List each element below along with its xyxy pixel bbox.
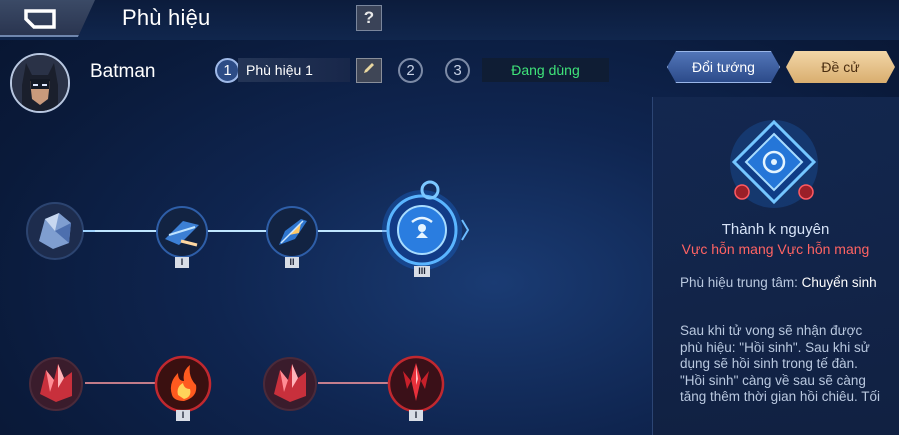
red-trident-icon	[387, 355, 445, 413]
core-value: Chuyển sinh	[801, 275, 877, 290]
core-emblem-diamond-icon	[730, 119, 818, 208]
emblem-fire[interactable]	[154, 355, 212, 418]
level-tag: III	[414, 266, 430, 277]
red-crystal-icon	[263, 357, 317, 411]
blue-core-emblem-icon	[382, 180, 470, 270]
emblem-red-crystal-left[interactable]	[28, 356, 86, 417]
change-hero-button[interactable]: Đổi tướng	[667, 51, 780, 83]
blue-dagger-icon	[156, 206, 208, 258]
level-tag: I	[176, 410, 190, 421]
emblem-crystal-shard[interactable]	[25, 201, 95, 266]
level-tag: I	[409, 410, 423, 421]
recommend-button[interactable]: Đề cử	[786, 51, 895, 83]
blue-blade-icon	[266, 206, 318, 258]
detail-core-info: Phù hiệu trung tâm: Chuyển sinh	[680, 274, 880, 291]
detail-description: Sau khi tử vong sẽ nhận được phù hiệu: "…	[680, 323, 880, 404]
tree-connectors	[85, 228, 395, 386]
emblem-blue-blade[interactable]	[265, 205, 319, 264]
fire-icon	[154, 355, 212, 413]
level-tag: I	[175, 257, 189, 268]
level-tag: II	[285, 257, 299, 268]
detail-emblem-name: Thành k nguyên	[721, 221, 830, 238]
crystal-shard-icon	[26, 202, 95, 260]
emblem-red-trident[interactable]	[387, 355, 445, 418]
core-prefix: Phù hiệu trung tâm:	[680, 275, 802, 290]
emblem-red-crystal-right[interactable]	[262, 356, 320, 417]
red-crystal-icon	[29, 357, 83, 411]
emblem-blue-core[interactable]	[378, 178, 470, 275]
detail-emblem	[722, 118, 826, 219]
detail-requirement: Vực hỗn mang Vực hỗn mang	[681, 241, 870, 257]
emblem-blue-dagger[interactable]	[155, 205, 209, 264]
